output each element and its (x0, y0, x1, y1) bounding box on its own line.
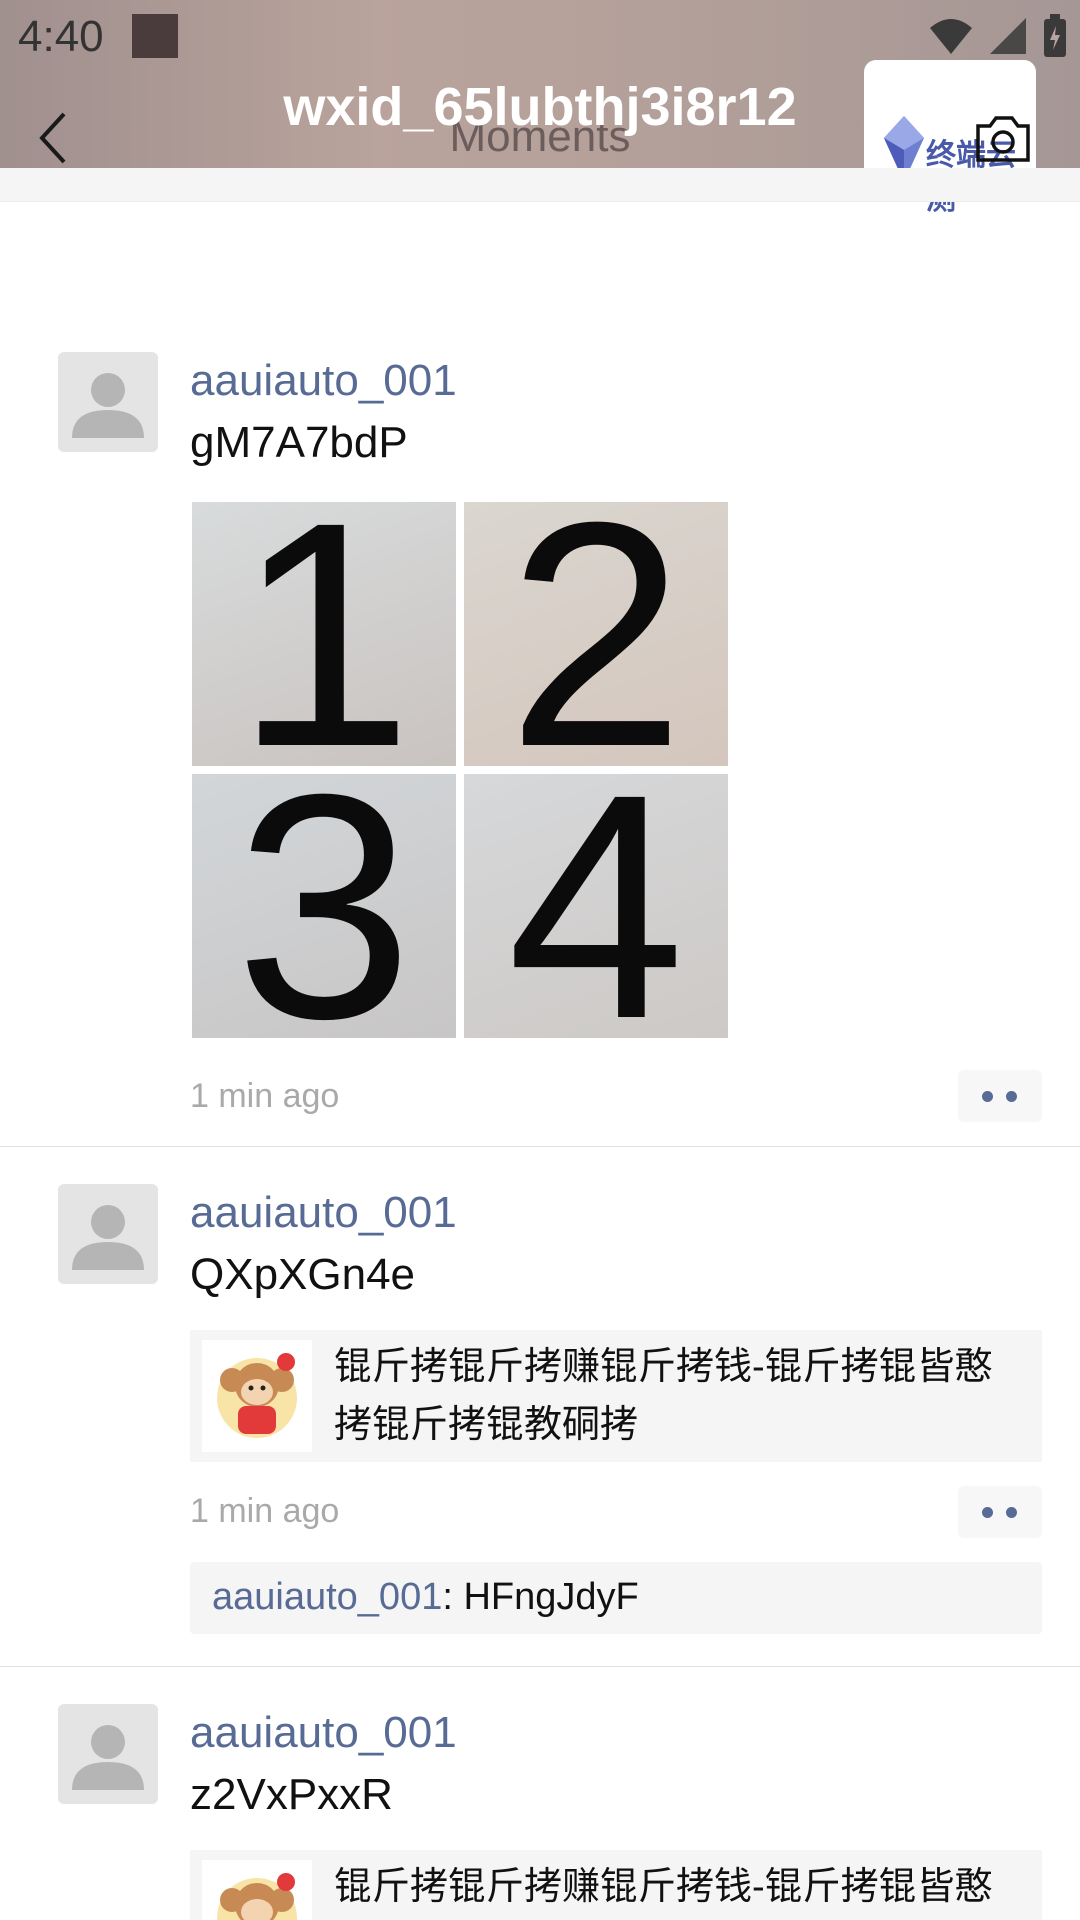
link-thumbnail (202, 1860, 312, 1920)
post-author[interactable]: aauiauto_001 (190, 1708, 457, 1758)
more-dots-icon (982, 1507, 993, 1518)
comment-author[interactable]: aauiauto_001 (212, 1576, 442, 1618)
post-divider (0, 1146, 1080, 1147)
status-time: 4:40 (18, 12, 104, 61)
shared-link-card[interactable]: 锟斤拷锟斤拷赚锟斤拷钱-锟斤拷锟皆憨拷 (190, 1850, 1042, 1920)
header-divider (0, 168, 1080, 202)
shared-link-card[interactable]: 锟斤拷锟斤拷赚锟斤拷钱-锟斤拷锟皆憨拷锟斤拷锟教硐拷 (190, 1330, 1042, 1462)
post-timestamp: 1 min ago (190, 1077, 340, 1115)
more-dots-icon (1006, 1507, 1017, 1518)
avatar[interactable] (58, 352, 158, 452)
wifi-icon (930, 19, 972, 54)
link-title: 锟斤拷锟斤拷赚锟斤拷钱-锟斤拷锟皆憨拷 (334, 1866, 993, 1908)
comment-row: aauiauto_001: HFngJdyF (212, 1576, 639, 1619)
post-photo[interactable]: 1 (192, 502, 456, 766)
photo-digit: 4 (507, 774, 685, 1038)
notification-icon (132, 14, 178, 58)
camera-button[interactable] (972, 114, 1034, 164)
post-photo[interactable]: 3 (192, 774, 456, 1038)
monkey-sticker-icon (217, 1353, 297, 1438)
post-text: z2VxPxxR (190, 1770, 393, 1819)
avatar[interactable] (58, 1704, 158, 1804)
post-author[interactable]: aauiauto_001 (190, 356, 457, 406)
more-dots-icon (982, 1091, 993, 1102)
battery-icon (1044, 14, 1066, 57)
post-photo[interactable]: 4 (464, 774, 728, 1038)
more-dots-icon (1006, 1091, 1017, 1102)
avatar[interactable] (58, 1184, 158, 1284)
post-divider (0, 1666, 1080, 1667)
post-text: QXpXGn4e (190, 1250, 416, 1299)
link-title: 锟斤拷锟斤拷赚锟斤拷钱-锟斤拷锟皆憨拷锟斤拷锟教硐拷 (334, 1346, 993, 1446)
monkey-sticker-icon (217, 1873, 297, 1920)
photo-digit: 1 (235, 502, 413, 766)
signal-icon (990, 18, 1026, 54)
status-icons (928, 14, 1068, 58)
default-avatar-icon (72, 1205, 144, 1270)
default-avatar-icon (72, 373, 144, 438)
link-thumbnail (202, 1340, 312, 1452)
comment-text: HFngJdyF (463, 1576, 639, 1618)
post-timestamp: 1 min ago (190, 1492, 340, 1530)
top-header: 4:40 Moments wxid_65lubthj3i8r12 终端云测 (0, 0, 1080, 216)
camera-icon (976, 116, 1030, 162)
post-photo[interactable]: 2 (464, 502, 728, 766)
post-author[interactable]: aauiauto_001 (190, 1188, 457, 1238)
photo-digit: 3 (235, 774, 413, 1038)
post-text: gM7A7bdP (190, 418, 408, 467)
comment-section: aauiauto_001: HFngJdyF (190, 1562, 1042, 1634)
more-button[interactable] (958, 1070, 1042, 1122)
photo-digit: 2 (507, 502, 685, 766)
comment-separator: : (442, 1576, 464, 1618)
default-avatar-icon (72, 1725, 144, 1790)
more-button[interactable] (958, 1486, 1042, 1538)
